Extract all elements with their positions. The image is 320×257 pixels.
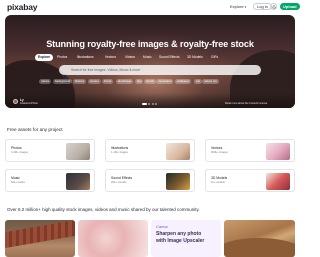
gallery-image-pink[interactable] (78, 220, 148, 257)
illustrations-thumbnail (166, 143, 190, 160)
chevron-down-icon: ▾ (244, 5, 247, 9)
tab-3d-models[interactable]: 3D Models (187, 54, 203, 61)
hero-title: Stunning royalty-free images & royalty-f… (46, 39, 254, 49)
card-count: 20k+ sounds (111, 181, 127, 184)
bell-icon[interactable] (270, 3, 277, 10)
suggested-tags: nature background flowers sunset forest … (39, 79, 265, 85)
promo-line-1: Sharpen any photo (156, 231, 202, 237)
card-sound-effects[interactable]: Sound Effects 20k+ sounds (105, 169, 195, 192)
card-photos[interactable]: Photos 4.4M+ images (5, 139, 95, 162)
tab-illustrations[interactable]: Illustrations (77, 54, 94, 61)
tab-sound-effects[interactable]: Sound Effects (159, 54, 179, 61)
top-nav: pixabay Explore▾ Log in Upload (0, 0, 300, 14)
explore-label: Explore (230, 4, 244, 9)
tab-videos[interactable]: Videos (125, 54, 135, 61)
canva-logo: Canva (156, 224, 168, 229)
photos-thumbnail (66, 143, 90, 160)
tab-explore[interactable]: Explore (35, 54, 54, 61)
upload-button[interactable]: Upload (280, 3, 300, 10)
pixabay-logo[interactable]: pixabay (7, 2, 37, 12)
gallery-image-roof[interactable] (5, 220, 75, 257)
music-thumbnail (66, 173, 90, 190)
tag-chip[interactable]: cat (194, 79, 202, 84)
author-subtitle: Featured Photo (20, 102, 38, 105)
tag-chip[interactable]: flowers (73, 79, 87, 84)
explore-menu[interactable]: Explore▾ (230, 4, 246, 9)
card-title: Illustrations (111, 146, 129, 150)
card-title: Vectors (211, 146, 223, 150)
card-3d-models[interactable]: 3D Models 1k+ models (205, 169, 295, 192)
search-input[interactable]: Search for free Images, Videos, Music & … (71, 67, 140, 73)
card-title: 3D Models (211, 176, 228, 180)
license-link[interactable]: Read more about the Content License (225, 102, 267, 105)
card-count: 4.4M+ images (11, 151, 28, 154)
tag-chip[interactable]: beach (144, 79, 156, 84)
image-gallery: Canva Sharpen any photo with Image Upsca… (5, 220, 295, 257)
tag-chip[interactable]: wallpaper (175, 79, 192, 84)
sound-effects-thumbnail (166, 173, 190, 190)
card-count: 900k+ images (211, 151, 228, 154)
search-bar[interactable]: Search for free Images, Videos, Music & … (59, 65, 261, 80)
tab-photos[interactable]: Photos (57, 54, 67, 61)
carousel-dots[interactable] (142, 103, 162, 105)
card-music[interactable]: Music 50k+ tracks (5, 169, 95, 192)
card-vectors[interactable]: Vectors 900k+ images (205, 139, 295, 162)
card-title: Sound Effects (111, 176, 133, 180)
tag-chip[interactable]: mountains (156, 79, 174, 84)
tag-chip[interactable]: sky (135, 79, 144, 84)
card-title: Photos (11, 146, 22, 150)
tag-chip[interactable]: nature (39, 79, 52, 84)
promo-line-2: with Image Upscaler (156, 238, 205, 244)
card-count: 1.1M+ images (111, 151, 128, 154)
gallery-promo-canva[interactable]: Canva Sharpen any photo with Image Upsca… (151, 220, 221, 257)
media-tabs: Explore Photos Illustrations Vectors Vid… (35, 54, 265, 61)
3d-models-thumbnail (266, 173, 290, 190)
hero-shade (5, 93, 295, 108)
gallery-image-dunes[interactable] (224, 220, 295, 257)
vectors-thumbnail (266, 143, 290, 160)
card-count: 50k+ tracks (11, 181, 25, 184)
hero-banner: Stunning royalty-free images & royalty-f… (5, 15, 295, 108)
card-title: Music (11, 176, 20, 180)
card-illustrations[interactable]: Illustrations 1.1M+ images (105, 139, 195, 162)
tab-music[interactable]: Music (143, 54, 152, 61)
tab-vectors[interactable]: Vectors (105, 54, 116, 61)
tag-chip[interactable]: nature cre (202, 79, 220, 84)
tag-chip[interactable]: landscape (116, 79, 134, 84)
tag-chip[interactable]: forest (102, 79, 114, 84)
gallery-title: Over 6.2 million+ high quality stock ima… (7, 207, 200, 212)
avatar[interactable] (13, 99, 18, 104)
tag-chip[interactable]: sunset (88, 79, 101, 84)
assets-section-title: Free assets for any project (7, 127, 63, 132)
card-count: 1k+ models (211, 181, 225, 184)
tab-gifs[interactable]: GIFs (211, 54, 218, 61)
search-icon (63, 67, 68, 80)
tag-chip[interactable]: background (53, 79, 73, 84)
